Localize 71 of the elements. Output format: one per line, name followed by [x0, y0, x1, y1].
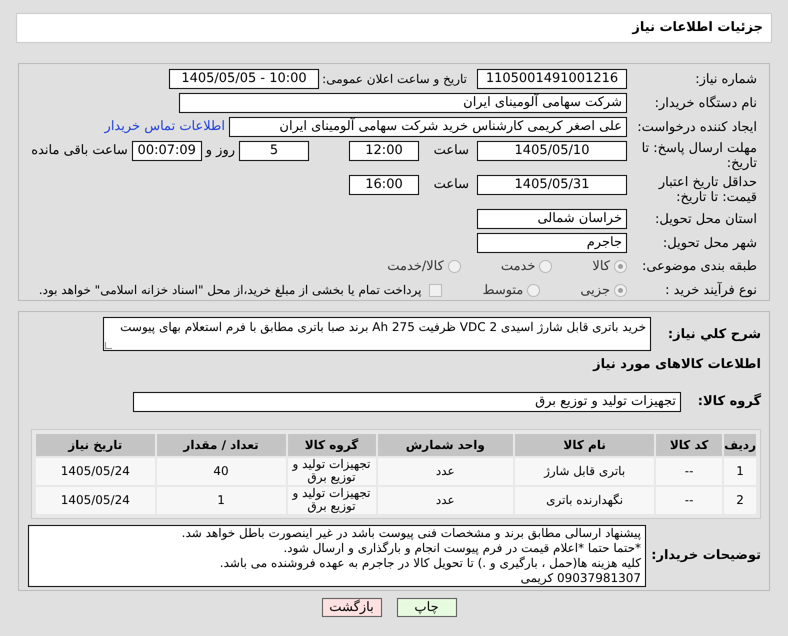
- table-cell: 1: [724, 458, 756, 484]
- radio-label: جزیی: [580, 282, 610, 300]
- table-cell: نگهدارنده باتری: [515, 486, 654, 514]
- checkbox-label: پرداخت تمام یا بخشی از مبلغ خرید،از محل "اسناد خزانه اسلامی" خواهد بود.: [38, 282, 422, 300]
- field-label: گروه کالا:: [696, 392, 761, 411]
- field-value: جاجرم: [477, 233, 627, 253]
- page-title: جزئیات اطلاعات نیاز: [632, 19, 763, 38]
- column-header: نام کالا: [515, 434, 654, 456]
- column-header: تاریخ نیاز: [36, 434, 155, 456]
- table-cell: تجهیزات تولید و توزیع برق: [288, 486, 376, 514]
- field-label: ایجاد کننده درخواست:: [636, 120, 757, 134]
- column-header: ردیف: [724, 434, 756, 456]
- field-label: مهلت ارسال پاسخ: تا تاریخ:: [640, 141, 757, 171]
- column-header: کد کالا: [656, 434, 722, 456]
- radio-label: خدمت: [500, 258, 536, 276]
- table-cell: --: [656, 458, 722, 484]
- table-cell: 1: [156, 486, 286, 514]
- field-label: ساعت: [432, 176, 470, 194]
- table-cell: 40: [156, 458, 286, 484]
- field-value: 1405/05/31: [477, 175, 627, 195]
- field-label: شماره نیاز:: [694, 72, 757, 86]
- contact-link[interactable]: اطلاعات تماس خریدار: [104, 117, 225, 137]
- field-value: 12:00: [349, 141, 419, 161]
- field-label: نوع فرآیند خرید :: [664, 282, 757, 298]
- field-value: 1105001491001216: [477, 69, 627, 89]
- radio-button[interactable]: [614, 284, 627, 297]
- field-value: 16:00: [349, 175, 419, 195]
- table-cell: --: [656, 486, 722, 514]
- radio-label: متوسط: [482, 282, 524, 300]
- field-label: شهر محل تحویل:: [662, 236, 757, 250]
- buyer-notes-field[interactable]: پیشنهاد ارسالی مطابق برند و مشخصات فنی پیوست باشد در غیر اینصورت باطل خواهد شد. *حتما حتما *اعلام قیمت در فرم پیوست انجام و بارگذاری و ارسال شود. کلیه هزینه ها(حمل ، بارگیری و .) تا تحویل کالا در جاجرم به عهده فروشنده می باشد. 09037981307 کریمی: [28, 524, 646, 586]
- summary-field[interactable]: خرید باتری قابل شارژ اسیدی 2 VDC ظرفیت 275 Ah برند صبا باتری مطابق با فرم استعلام بهای پیوست: [103, 317, 651, 351]
- radio-button[interactable]: [539, 260, 552, 274]
- checkbox[interactable]: [429, 284, 442, 297]
- field-label: نام دستگاه خریدار:: [654, 96, 757, 110]
- section-title: اطلاعات کالاهای مورد نیاز: [592, 356, 761, 374]
- back-button[interactable]: بازگشت: [322, 598, 382, 617]
- radio-label: کالا/خدمت: [387, 258, 444, 276]
- column-header: گروه کالا: [288, 434, 376, 456]
- field-value: علی اصغر کریمی کارشناس خرید شرکت سهامی آلومینای ایران: [229, 117, 627, 137]
- column-header: واحد شمارش: [378, 434, 514, 456]
- radio-button[interactable]: [448, 260, 461, 274]
- field-label: ساعت: [432, 142, 470, 160]
- field-label: حداقل تاریخ اعتبار قیمت: تا تاریخ:: [657, 175, 757, 205]
- field-label: طبقه بندی موضوعی:: [640, 259, 757, 274]
- field-value: 1405/05/05 - 10:00: [169, 69, 319, 89]
- field-label: شرح کلي نياز:: [666, 326, 761, 344]
- table-cell: 2: [724, 486, 756, 514]
- field-label: ساعت باقی مانده: [30, 142, 129, 160]
- field-value: شرکت سهامی آلومینای ایران: [179, 93, 627, 113]
- table-cell: باتری قابل شارژ: [515, 458, 654, 484]
- countdown-value: 00:07:09: [132, 141, 202, 161]
- table-cell: 1405/05/24: [36, 486, 155, 514]
- field-label: روز و: [204, 142, 236, 160]
- field-value: 1405/05/10: [477, 141, 627, 161]
- table-cell: عدد: [378, 458, 514, 484]
- radio-button[interactable]: [527, 284, 540, 297]
- column-header: تعداد / مقدار: [156, 434, 286, 456]
- field-value: خراسان شمالی: [477, 209, 627, 229]
- print-button[interactable]: چاپ: [396, 598, 456, 617]
- field-label: استان محل تحویل:: [654, 212, 757, 226]
- resize-grip-icon: [105, 342, 112, 349]
- field-label: توضیحات خریدار:: [650, 546, 761, 565]
- field-value: 5: [239, 141, 309, 161]
- field-value: تجهیزات تولید و توزیع برق: [133, 392, 681, 412]
- field-label: تاریخ و ساعت اعلان عمومی:: [321, 71, 467, 88]
- table-cell: 1405/05/24: [36, 458, 155, 484]
- table-cell: عدد: [378, 486, 514, 514]
- table-cell: تجهیزات تولید و توزیع برق: [288, 458, 376, 484]
- radio-label: کالا: [592, 258, 610, 276]
- radio-button[interactable]: [614, 260, 627, 274]
